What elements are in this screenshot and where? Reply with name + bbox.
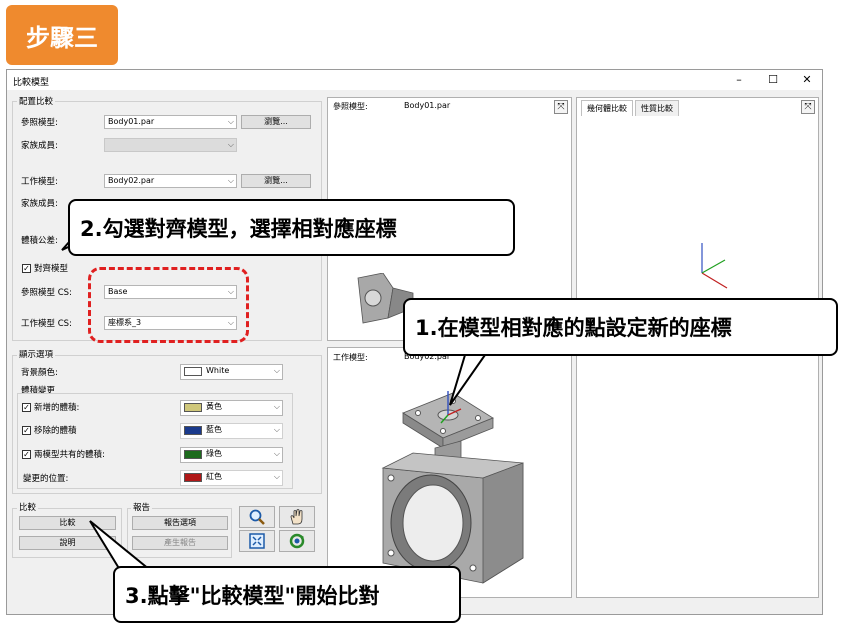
callout-step2: 2.勾選對齊模型，選擇相對應座標 bbox=[68, 199, 515, 256]
callout-step1: 1.在模型相對應的點設定新的座標 bbox=[403, 298, 838, 356]
callout-step3: 3.點擊"比較模型"開始比對 bbox=[113, 566, 461, 623]
